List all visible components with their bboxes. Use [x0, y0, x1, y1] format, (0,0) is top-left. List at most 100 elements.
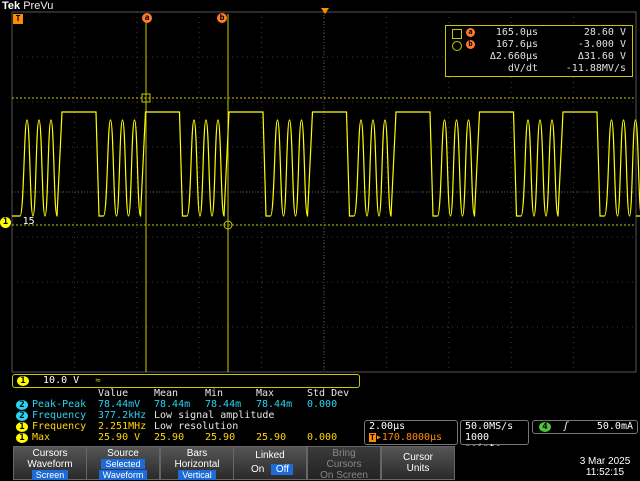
meas-name: Frequency	[32, 421, 87, 432]
horizontal-readout[interactable]: 2.00µs T▸170.8000µs	[364, 420, 458, 445]
linked-off-option[interactable]: Off	[271, 464, 294, 475]
menu-bring-value: On Screen	[320, 470, 368, 481]
menu-cursor-units-button[interactable]: Cursor Units	[381, 446, 455, 480]
ch1-badge: 1	[16, 422, 28, 432]
menu-source-sub: Selected	[101, 459, 145, 469]
ch1-badge: 1	[17, 376, 29, 386]
menu-cursors-label: Cursors	[32, 448, 68, 459]
meas-min: 78.44m	[205, 399, 242, 410]
cursor-b-time: 167.6µs	[495, 39, 538, 50]
cursor-delta-time: Δ2.660µs	[489, 51, 538, 62]
meas-value: 78.44mV	[98, 399, 141, 410]
cursor-b-circle-icon	[452, 41, 462, 51]
meas-name: Peak-Peak	[32, 399, 87, 410]
bw-limit-icon: ≈	[95, 376, 101, 386]
dvdt-value: -11.88MV/s	[565, 63, 626, 74]
linked-on-option[interactable]: On	[247, 464, 269, 475]
cursor-a-badge-icon[interactable]: a	[142, 13, 152, 23]
menu-source-label: Source	[107, 448, 139, 459]
trigger-time-marker-label: T	[15, 14, 21, 23]
cursor-a-volt: 28.60 V	[583, 27, 626, 38]
menu-bars-label: Bars	[186, 448, 208, 459]
ch1-level-label: 15	[22, 216, 35, 227]
meas-std: 0.000	[307, 399, 338, 410]
cursor-a-time: 165.0µs	[495, 27, 538, 38]
ch2-badge: 2	[16, 400, 28, 410]
cursor-b-badge-icon[interactable]: b	[217, 13, 227, 23]
meas-max: 78.44m	[256, 399, 293, 410]
meas-value: 25.90 V	[98, 432, 141, 443]
date-label: 3 Mar 2025	[579, 456, 631, 467]
ch1-waveform-trace	[12, 111, 640, 217]
ch1-scale-strip[interactable]: 1 10.0 V ≈	[12, 374, 360, 388]
cursor-delta-volt: Δ31.60 V	[577, 51, 626, 62]
trigger-time-marker-icon: T	[13, 14, 23, 24]
meas-min: 25.90	[205, 432, 236, 443]
cursor-b-badge-label: b	[219, 13, 225, 22]
col-min: Min	[205, 388, 224, 399]
cursor-a-badge-label: a	[144, 13, 150, 22]
menu-cursors-sub: Waveform	[27, 459, 73, 470]
menu-source-value: Waveform	[98, 470, 148, 480]
meas-std: 0.000	[307, 432, 338, 443]
meas-value: 2.251MHz	[98, 421, 147, 432]
menu-linked-label: Linked	[255, 450, 285, 461]
meas-note: Low resolution	[154, 421, 239, 432]
measurement-row[interactable]: 1 Max 25.90 V 25.90 25.90 25.90 0.000	[12, 432, 358, 443]
col-stddev: Std Dev	[307, 388, 350, 399]
trigger-position-icon: T	[369, 433, 376, 442]
measurement-table: Value Mean Min Max Std Dev 2 Peak-Peak 7…	[12, 388, 358, 446]
cursor-readout-panel: a 165.0µs 28.60 V b 167.6µs -3.000 V Δ2.…	[445, 25, 633, 77]
meas-mean: 25.90	[154, 432, 185, 443]
time-label: 11:52:15	[585, 467, 625, 478]
menu-cursors-value: Screen	[31, 470, 69, 480]
ch1-marker-icon: 1	[0, 217, 11, 228]
bottom-menu-bar: Cursors Waveform Screen Source Selected …	[0, 446, 640, 481]
ch1-offset-marker[interactable]: 1 15	[0, 209, 35, 228]
ch2-badge: 2	[16, 411, 28, 421]
acquisition-mode-label: PreVu	[23, 0, 54, 12]
meas-name: Frequency	[32, 410, 87, 421]
menu-bars-value: Vertical	[178, 470, 216, 480]
menu-bring-sub: Cursors	[326, 459, 362, 470]
trigger-readout[interactable]: 4 ʃ 50.0mA	[532, 420, 638, 434]
menu-linked-button[interactable]: Linked On Off	[233, 446, 307, 480]
meas-note: Low signal amplitude	[154, 410, 275, 421]
menu-bring-label: Bring	[332, 448, 356, 459]
brand-name: Tek	[2, 0, 21, 12]
menu-units-label: Cursor	[402, 452, 433, 463]
meas-value: 377.2kHz	[98, 410, 147, 421]
rising-edge-icon: ʃ	[563, 421, 570, 432]
meas-max: 25.90	[256, 432, 287, 443]
menu-cursors-button[interactable]: Cursors Waveform Screen	[13, 446, 87, 480]
menu-bars-button[interactable]: Bars Horizontal Vertical	[160, 446, 234, 480]
menu-bring-cursors-button[interactable]: Bring Cursors On Screen	[307, 446, 381, 481]
col-mean: Mean	[154, 388, 179, 399]
menu-source-button[interactable]: Source Selected Waveform	[86, 446, 160, 480]
measurement-row[interactable]: 1 Frequency 2.251MHz Low resolution	[12, 421, 358, 432]
menu-units-sub: Units	[406, 463, 430, 474]
menu-bars-sub: Horizontal	[174, 459, 220, 470]
meas-name: Max	[32, 432, 51, 443]
measurement-row[interactable]: 2 Peak-Peak 78.44mV 78.44m 78.44m 78.44m…	[12, 399, 358, 410]
col-max: Max	[256, 388, 275, 399]
horizontal-position-row: T▸170.8000µs	[369, 432, 442, 443]
acquisition-readout[interactable]: 50.0MS/s 1000 points	[460, 420, 529, 454]
measurement-header-row: Value Mean Min Max Std Dev	[12, 388, 358, 399]
ch4-trigger-badge: 4	[539, 422, 551, 432]
trigger-level: 50.0mA	[596, 421, 633, 432]
measurement-row[interactable]: 2 Frequency 377.2kHz Low signal amplitud…	[12, 410, 358, 421]
ch1-badge: 1	[16, 433, 28, 443]
cursor-a-square-icon	[452, 29, 462, 39]
col-value: Value	[98, 388, 129, 399]
horizontal-position: 170.8000µs	[381, 432, 443, 443]
ch1-scale-value: 10.0 V	[43, 375, 80, 386]
dvdt-label: dV/dt	[507, 63, 538, 74]
trigger-position-marker-icon[interactable]	[321, 8, 329, 14]
datetime-display: 3 Mar 2025 11:52:15	[572, 456, 638, 478]
sample-rate: 50.0MS/s	[465, 421, 514, 432]
meas-mean: 78.44m	[154, 399, 191, 410]
brand-label: Tek PreVu	[2, 0, 53, 12]
cursor-b-volt: -3.000 V	[577, 39, 626, 50]
horizontal-scale: 2.00µs	[369, 421, 406, 432]
